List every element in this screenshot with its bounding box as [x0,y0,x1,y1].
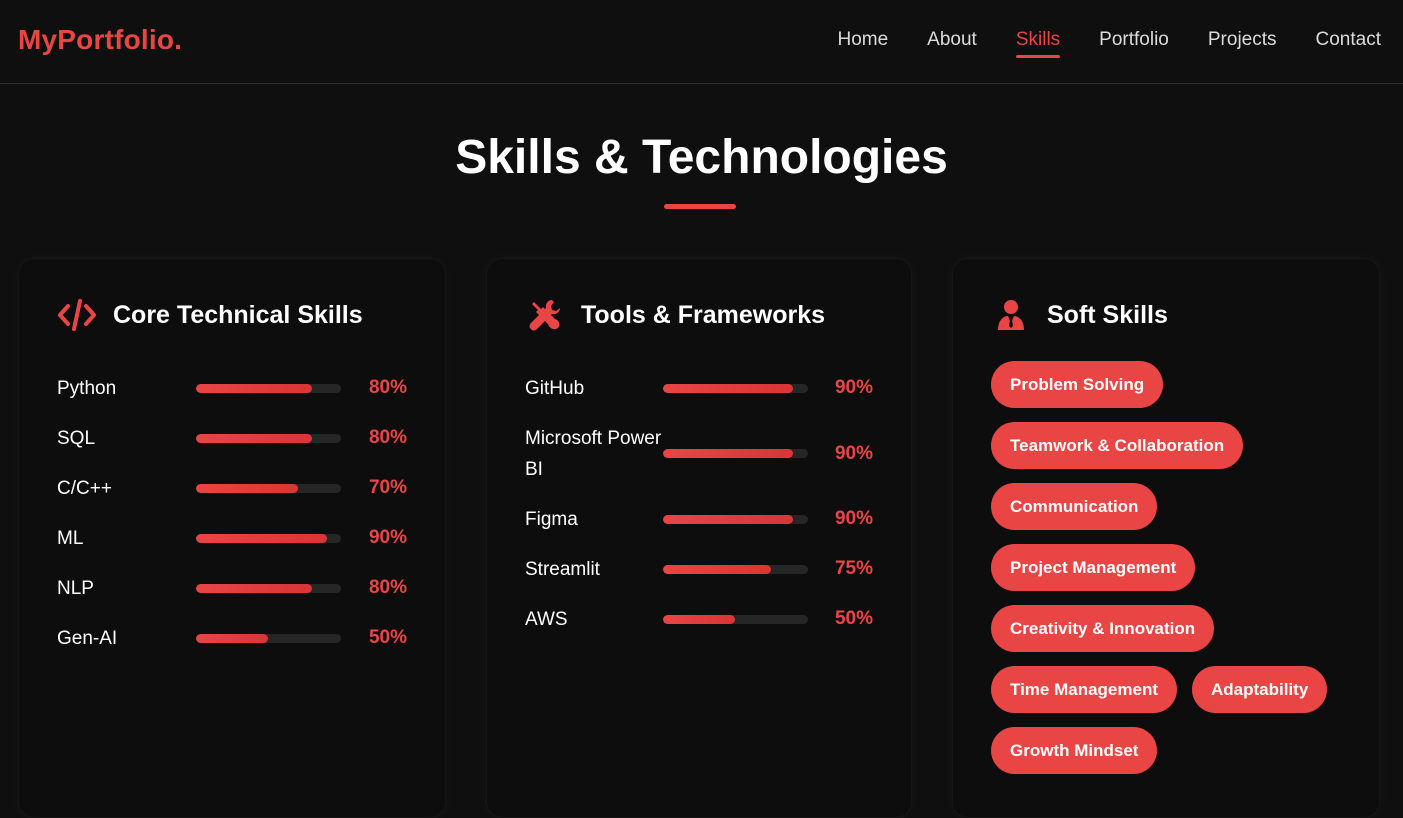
skill-name: Figma [525,508,578,530]
soft-skill-tag[interactable]: Communication [991,483,1158,530]
card-header: Tools & Frameworks [525,297,825,333]
skill-name: SQL [57,427,96,449]
soft-skill-tag[interactable]: Growth Mindset [991,727,1158,774]
nav-links: Home About Skills Portfolio Projects Con… [837,29,1381,58]
skill-percent: 50% [834,608,873,629]
skill-percent: 80% [368,427,407,448]
skill-percent: 90% [368,527,407,548]
nav-about-link[interactable]: About [927,29,977,57]
skill-row: Microsoft Power BI 90% [525,413,873,494]
soft-skill-tag[interactable]: Creativity & Innovation [991,605,1215,652]
skill-row: AWS 50% [525,594,873,644]
soft-skill-tag[interactable]: Project Management [991,544,1196,591]
skill-row: Streamlit 75% [525,544,873,594]
skill-bar-fill [662,614,736,624]
soft-skill-tag[interactable]: Problem Solving [991,361,1164,408]
skill-bar [195,483,342,493]
skill-bar-fill [195,433,313,443]
skill-bar [662,449,808,458]
skill-row: Figma 90% [525,494,873,544]
skill-row: C/C++ 70% [57,463,407,513]
navbar: MyPortfolio. Home About Skills Portfolio… [0,0,1403,84]
skill-bar-fill [195,383,313,393]
skill-row: NLP 80% [57,563,407,613]
card-title: Soft Skills [1047,300,1168,329]
nav-skills-link[interactable]: Skills [1015,29,1061,58]
core-skills-card: Core Technical Skills Python 80% SQL 80%… [18,258,446,818]
section-title: Skills & Technologies [455,131,948,184]
skill-bar-fill [195,583,313,593]
skill-bar [662,514,808,524]
skill-bar [662,383,808,393]
skill-bar-fill [662,449,794,458]
skill-bar [662,614,808,624]
title-underline [664,204,736,209]
skill-percent: 90% [834,377,873,398]
user-tie-icon [991,297,1031,333]
skill-bar-fill [195,533,327,543]
skill-name: Python [57,377,117,399]
skill-bar [662,564,808,574]
skill-name: GitHub [525,377,585,399]
card-title: Tools & Frameworks [581,300,826,329]
skill-row: ML 90% [57,513,407,563]
nav-contact-link[interactable]: Contact [1316,29,1381,57]
code-icon [57,297,97,333]
nav-portfolio-link[interactable]: Portfolio [1099,29,1169,57]
nav-home-link[interactable]: Home [837,29,888,57]
skill-bar [195,433,342,443]
skill-percent: 70% [368,477,407,498]
soft-skill-tag[interactable]: Teamwork & Collaboration [991,422,1244,469]
skill-bar-fill [195,483,298,493]
skill-row: Gen-AI 50% [57,613,407,663]
skill-percent: 90% [834,508,873,529]
skill-bar-fill [662,514,794,524]
soft-skill-tag[interactable]: Time Management [991,666,1178,713]
soft-skills-list: Problem Solving Teamwork & Collaboration… [991,361,1349,774]
tools-icon [525,297,565,333]
skill-percent: 90% [834,442,873,464]
skill-bar [195,383,342,393]
skill-name: Streamlit [525,558,600,580]
skill-name: ML [57,527,84,549]
skill-bar-fill [662,383,794,393]
skill-bar-fill [662,564,772,574]
nav-projects-link[interactable]: Projects [1208,29,1277,57]
skill-percent: 75% [834,558,873,579]
skill-bar-fill [195,633,269,643]
skill-list: Python 80% SQL 80% C/C++ 70% ML 90% NLP … [57,363,407,663]
skill-name: NLP [57,577,94,599]
skill-name: Microsoft Power BI [525,427,662,480]
skill-name: Gen-AI [57,627,118,649]
skill-name: C/C++ [57,477,112,499]
skill-name: AWS [525,608,568,630]
tools-card: Tools & Frameworks GitHub 90% Microsoft … [486,258,912,818]
card-header: Core Technical Skills [57,297,363,333]
skill-bar [195,533,342,543]
skill-row: Python 80% [57,363,407,413]
skill-percent: 80% [368,577,407,598]
skill-row: SQL 80% [57,413,407,463]
soft-skill-tag[interactable]: Adaptability [1192,666,1328,713]
card-header: Soft Skills [991,297,1168,333]
skill-row: GitHub 90% [525,363,873,413]
soft-skills-card: Soft Skills Problem Solving Teamwork & C… [952,258,1380,818]
card-title: Core Technical Skills [113,300,363,329]
skill-bar [195,633,342,643]
skill-percent: 50% [368,627,407,648]
skill-percent: 80% [368,377,407,398]
skill-bar [195,583,342,593]
logo[interactable]: MyPortfolio. [18,24,182,56]
skill-list: GitHub 90% Microsoft Power BI 90% Figma … [525,363,873,644]
